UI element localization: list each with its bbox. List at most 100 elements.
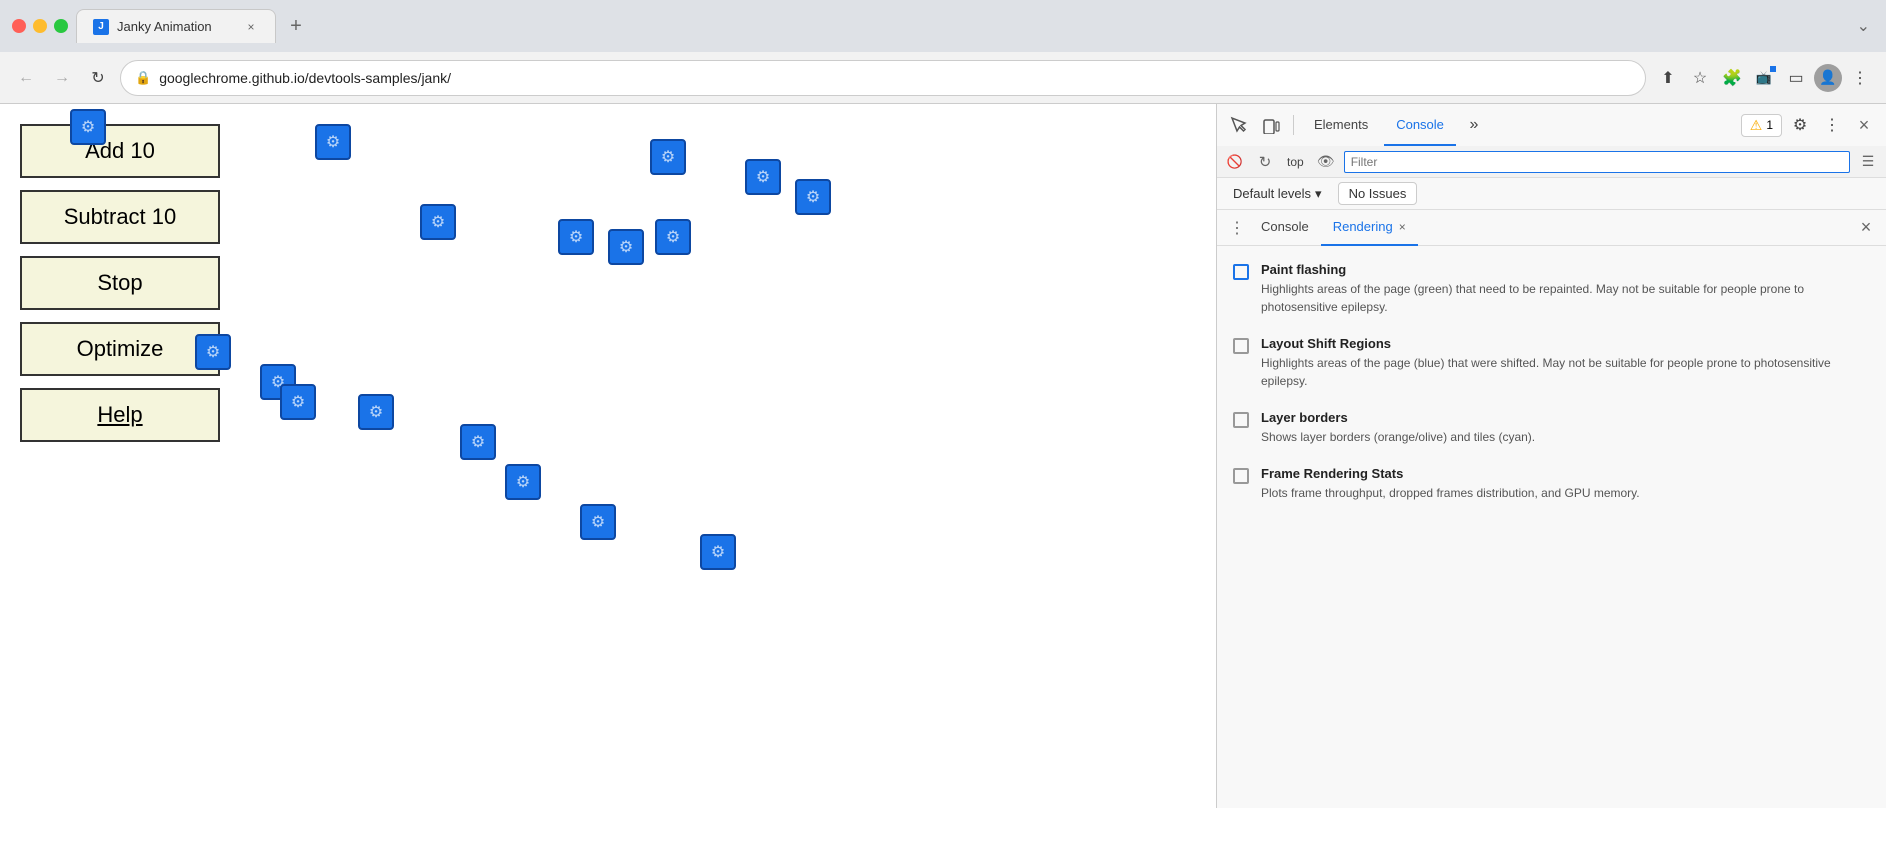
layer-borders-title: Layer borders (1261, 410, 1535, 425)
tab-close-icon[interactable]: × (243, 19, 259, 35)
minimize-button[interactable] (33, 19, 47, 33)
tabs-bar: J Janky Animation × + (76, 9, 1845, 43)
refresh-button[interactable]: ↻ (84, 64, 112, 92)
browser-dropdown-icon[interactable]: ⌄ (1853, 12, 1874, 40)
blue-box (700, 534, 736, 570)
more-tabs-button[interactable]: » (1460, 111, 1488, 139)
device-toolbar-button[interactable] (1257, 111, 1285, 139)
sidebar-button[interactable]: ▭ (1782, 64, 1810, 92)
rendering-tab-label: Rendering (1333, 219, 1393, 234)
devtools-close-button[interactable]: × (1850, 111, 1878, 139)
url-text: googlechrome.github.io/devtools-samples/… (159, 70, 1631, 86)
back-button[interactable]: ← (12, 64, 40, 92)
nav-actions: ⬆ ☆ 🧩 📺 ▭ 👤 ⋮ (1654, 64, 1874, 92)
back-icon: ← (18, 69, 34, 87)
devtools-panel: Elements Console » ⚠ 1 ⚙ ⋮ × 🚫 ↻ top 👁 ☰… (1216, 104, 1886, 808)
blue-box (608, 229, 644, 265)
blue-box (558, 219, 594, 255)
more-menu-button[interactable]: ⋮ (1818, 111, 1846, 139)
paint-flashing-title: Paint flashing (1261, 262, 1870, 277)
layer-borders-option: Layer borders Shows layer borders (orang… (1233, 410, 1870, 446)
toolbar-separator (1293, 115, 1294, 135)
console-panel-tab[interactable]: Console (1249, 210, 1321, 246)
title-bar: J Janky Animation × + ⌄ (0, 0, 1886, 52)
default-levels-button[interactable]: Default levels ▾ (1225, 182, 1330, 206)
warning-badge[interactable]: ⚠ 1 (1741, 114, 1782, 137)
layer-borders-checkbox[interactable] (1233, 412, 1249, 428)
blue-box (280, 384, 316, 420)
refresh-icon: ↻ (91, 68, 104, 88)
layout-shift-desc: Highlights areas of the page (blue) that… (1261, 354, 1870, 390)
blue-box (650, 139, 686, 175)
star-button[interactable]: ☆ (1686, 64, 1714, 92)
blue-box (460, 424, 496, 460)
filter-sidebar-button[interactable]: ☰ (1856, 150, 1880, 174)
stop-button[interactable]: Stop (20, 256, 220, 310)
refresh-console-button[interactable]: ↻ (1253, 150, 1277, 174)
warning-icon: ⚠ (1750, 117, 1763, 134)
layout-shift-checkbox[interactable] (1233, 338, 1249, 354)
menu-button[interactable]: ⋮ (1846, 64, 1874, 92)
extensions-button[interactable]: 🧩 (1718, 64, 1746, 92)
settings-button[interactable]: ⚙ (1786, 111, 1814, 139)
close-button[interactable] (12, 19, 26, 33)
address-bar[interactable]: 🔒 googlechrome.github.io/devtools-sample… (120, 60, 1646, 96)
frame-rendering-checkbox[interactable] (1233, 468, 1249, 484)
main-content: Add 10 Subtract 10 Stop Optimize Help (0, 104, 1216, 808)
rendering-tab-close-icon[interactable]: × (1399, 220, 1406, 234)
page-content: Add 10 Subtract 10 Stop Optimize Help (0, 104, 1886, 808)
new-tab-button[interactable]: + (280, 9, 312, 43)
subtract-10-button[interactable]: Subtract 10 (20, 190, 220, 244)
tab-favicon: J (93, 19, 109, 35)
layout-shift-text: Layout Shift Regions Highlights areas of… (1261, 336, 1870, 390)
layout-shift-title: Layout Shift Regions (1261, 336, 1870, 351)
forward-icon: → (54, 69, 70, 87)
nav-bar: ← → ↻ 🔒 googlechrome.github.io/devtools-… (0, 52, 1886, 104)
inspect-element-button[interactable] (1225, 111, 1253, 139)
optimize-button[interactable]: Optimize (20, 322, 220, 376)
blue-box (315, 124, 351, 160)
panel-more-button[interactable]: ⋮ (1225, 216, 1249, 240)
default-levels-label: Default levels (1233, 186, 1311, 201)
forward-button[interactable]: → (48, 64, 76, 92)
eye-button[interactable]: 👁 (1314, 150, 1338, 174)
frame-rendering-option: Frame Rendering Stats Plots frame throug… (1233, 466, 1870, 502)
frame-rendering-title: Frame Rendering Stats (1261, 466, 1640, 481)
layout-shift-option: Layout Shift Regions Highlights areas of… (1233, 336, 1870, 390)
lock-icon: 🔒 (135, 70, 151, 86)
blue-box (795, 179, 831, 215)
add-10-button[interactable]: Add 10 (20, 124, 220, 178)
paint-flashing-text: Paint flashing Highlights areas of the p… (1261, 262, 1870, 316)
blue-box (745, 159, 781, 195)
blue-box (358, 394, 394, 430)
filter-input[interactable] (1344, 151, 1850, 173)
share-button[interactable]: ⬆ (1654, 64, 1682, 92)
console-tab[interactable]: Console (1384, 104, 1456, 146)
blue-box (260, 364, 296, 400)
maximize-button[interactable] (54, 19, 68, 33)
profile-button[interactable]: 👤 (1814, 64, 1842, 92)
filter-bar: 🚫 ↻ top 👁 ☰ (1217, 146, 1886, 178)
help-button[interactable]: Help (20, 388, 220, 442)
blue-box (655, 219, 691, 255)
window-controls (12, 19, 68, 33)
frame-rendering-desc: Plots frame throughput, dropped frames d… (1261, 484, 1640, 502)
active-tab[interactable]: J Janky Animation × (76, 9, 276, 43)
rendering-panel-close-button[interactable]: × (1854, 216, 1878, 240)
clear-console-button[interactable]: 🚫 (1223, 150, 1247, 174)
paint-flashing-option: Paint flashing Highlights areas of the p… (1233, 262, 1870, 316)
cast-button[interactable]: 📺 (1750, 64, 1778, 92)
layer-borders-desc: Shows layer borders (orange/olive) and t… (1261, 428, 1535, 446)
paint-flashing-checkbox[interactable] (1233, 264, 1249, 280)
blue-box (420, 204, 456, 240)
rendering-tabs-bar: ⋮ Console Rendering × × (1217, 210, 1886, 246)
context-selector[interactable]: top (1283, 155, 1308, 169)
no-issues-button[interactable]: No Issues (1338, 182, 1418, 205)
layer-borders-text: Layer borders Shows layer borders (orang… (1261, 410, 1535, 446)
elements-tab[interactable]: Elements (1302, 104, 1380, 146)
tab-title: Janky Animation (117, 19, 235, 34)
rendering-panel-tab[interactable]: Rendering × (1321, 210, 1418, 246)
frame-rendering-text: Frame Rendering Stats Plots frame throug… (1261, 466, 1640, 502)
rendering-options: Paint flashing Highlights areas of the p… (1217, 246, 1886, 808)
blue-box (505, 464, 541, 500)
